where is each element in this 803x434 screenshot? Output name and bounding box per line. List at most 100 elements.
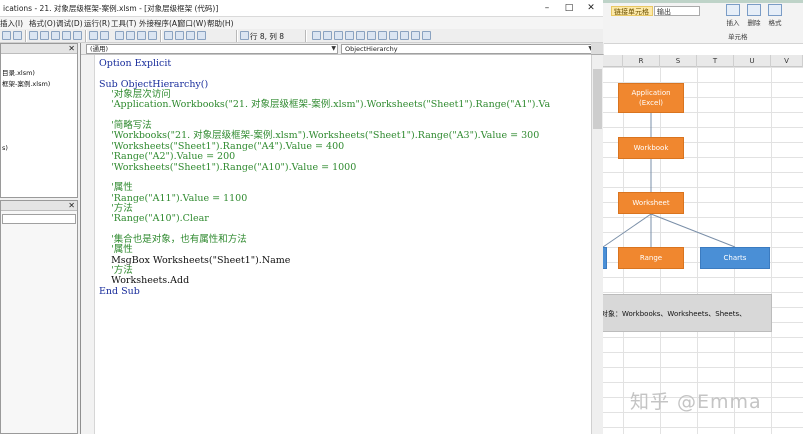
- comment-block-icon[interactable]: [400, 31, 409, 40]
- project-explorer-header: ✕: [1, 44, 77, 54]
- vertical-scrollbar[interactable]: [591, 55, 603, 434]
- diagram-node-workbook[interactable]: Workbook: [618, 137, 684, 159]
- cut-icon[interactable]: [40, 31, 49, 40]
- paste-icon[interactable]: [62, 31, 71, 40]
- note-box[interactable]: 对象：Workbooks、Worksheets、Sheets、: [600, 294, 772, 332]
- diagram-node-application[interactable]: Application (Excel): [618, 83, 684, 113]
- node-application-sub: (Excel): [638, 99, 663, 107]
- split-handle[interactable]: [591, 43, 603, 55]
- procedure-combo-value: ObjectHierarchy: [345, 45, 398, 53]
- window-title: ications - 21. 对象层级框架-案例.xlsm - [对象层级框架 …: [3, 4, 219, 13]
- maximize-button[interactable]: □: [562, 2, 576, 14]
- excel-window: 链接单元格 输出 插入 删除 格式 单元格 R S T U V Applicat…: [600, 0, 803, 434]
- menu-window[interactable]: 窗口(W): [178, 18, 206, 29]
- project-tree-item[interactable]: 目录.xlsm): [2, 67, 35, 77]
- object-combo[interactable]: (通用) ▼: [86, 44, 338, 54]
- toolbar-separator: [25, 30, 27, 42]
- toolbar-separator: [160, 30, 162, 42]
- list-constants-icon[interactable]: [345, 31, 354, 40]
- bookmark-icon[interactable]: [422, 31, 431, 40]
- properties-window-icon[interactable]: [175, 31, 184, 40]
- uncomment-block-icon[interactable]: [411, 31, 420, 40]
- diagram-node-worksheet[interactable]: Worksheet: [618, 192, 684, 214]
- toolbox-icon[interactable]: [197, 31, 206, 40]
- menu-run[interactable]: 运行(R): [84, 18, 110, 29]
- menu-addins[interactable]: 外接程序(A): [139, 18, 180, 29]
- project-tree-item[interactable]: s): [2, 144, 8, 152]
- node-worksheet-label: Worksheet: [632, 199, 670, 207]
- break-icon[interactable]: [126, 31, 135, 40]
- node-range-label: Range: [639, 254, 663, 262]
- code-line[interactable]: '属性: [99, 245, 133, 255]
- code-window[interactable]: (通用) ▼ ObjectHierarchy ▼ Option Explicit…: [80, 43, 604, 434]
- list-properties-icon[interactable]: [334, 31, 343, 40]
- complete-word-icon[interactable]: [378, 31, 387, 40]
- design-mode-icon[interactable]: [148, 31, 157, 40]
- project-tree-item[interactable]: 框架-案例.xlsm): [2, 78, 50, 88]
- properties-object-combo[interactable]: [2, 214, 76, 224]
- code-line[interactable]: 'Range("A10").Clear: [99, 214, 209, 224]
- run-icon[interactable]: [115, 31, 124, 40]
- object-browser-icon[interactable]: [186, 31, 195, 40]
- code-line[interactable]: Worksheets.Add: [99, 276, 189, 286]
- indent-icon[interactable]: [312, 31, 321, 40]
- minimize-button[interactable]: –: [540, 2, 554, 14]
- code-margin[interactable]: [81, 55, 95, 434]
- find-icon[interactable]: [73, 31, 82, 40]
- properties-window-header: ✕: [1, 201, 77, 211]
- code-line[interactable]: End Sub: [99, 286, 140, 297]
- menu-debug[interactable]: 调试(D): [56, 18, 83, 29]
- menu-tools[interactable]: 工具(T): [111, 18, 136, 29]
- close-button[interactable]: ✕: [584, 2, 598, 14]
- node-charts-label: Charts: [723, 254, 747, 262]
- project-explorer[interactable]: ✕ 目录.xlsm) 框架-案例.xlsm) s): [0, 43, 78, 198]
- code-editor[interactable]: Option Explicit Sub ObjectHierarchy() '对象…: [96, 55, 589, 434]
- close-icon[interactable]: ✕: [68, 201, 75, 211]
- code-line[interactable]: 'Application.Workbooks("21. 对象层级框架-案例.xl…: [99, 100, 550, 110]
- scrollbar-thumb[interactable]: [593, 69, 602, 129]
- reset-icon[interactable]: [137, 31, 146, 40]
- toolbar-separator: [85, 30, 87, 42]
- toolbar-separator: [236, 30, 238, 42]
- quick-info-icon[interactable]: [356, 31, 365, 40]
- menu-help[interactable]: 帮助(H): [207, 18, 234, 29]
- diagram-node-charts[interactable]: Charts: [700, 247, 770, 269]
- redo-icon[interactable]: [100, 31, 109, 40]
- toolbar-separator: [305, 30, 307, 42]
- menu-bar: 插入(I) 格式(O) 调试(D) 运行(R) 工具(T) 外接程序(A) 窗口(W) 帮助(…: [0, 17, 603, 29]
- copy-icon[interactable]: [51, 31, 60, 40]
- connector-worksheet-charts: [650, 213, 736, 248]
- parameter-info-icon[interactable]: [367, 31, 376, 40]
- diagram-connectors: [602, 113, 736, 248]
- close-icon[interactable]: ✕: [68, 44, 75, 54]
- node-application-label: Application: [631, 89, 671, 97]
- properties-window[interactable]: ✕: [0, 200, 78, 434]
- code-line[interactable]: 'Range("A2").Value = 200: [99, 152, 235, 162]
- chevron-down-icon[interactable]: ▼: [331, 45, 336, 53]
- help-icon[interactable]: [240, 31, 249, 40]
- procedure-combo[interactable]: ObjectHierarchy ▼: [341, 44, 595, 54]
- cursor-position: 行 8, 列 8: [250, 32, 285, 41]
- menu-format[interactable]: 格式(O): [29, 18, 56, 29]
- outdent-icon[interactable]: [323, 31, 332, 40]
- view-excel-icon[interactable]: [2, 31, 11, 40]
- code-line[interactable]: '属性: [99, 183, 133, 193]
- connector-worksheet-left: [602, 213, 652, 248]
- insert-module-icon[interactable]: [13, 31, 22, 40]
- save-icon[interactable]: [29, 31, 38, 40]
- object-combo-value: (通用): [90, 45, 109, 53]
- toggle-breakpoint-icon[interactable]: [389, 31, 398, 40]
- menu-insert[interactable]: 插入(I): [0, 18, 23, 29]
- code-line[interactable]: Option Explicit: [99, 59, 171, 69]
- watermark: 知乎 @Emma: [630, 391, 762, 413]
- diagram-node-range[interactable]: Range: [618, 247, 684, 269]
- undo-icon[interactable]: [89, 31, 98, 40]
- code-line[interactable]: 'Worksheets("Sheet1").Range("A10").Value…: [99, 162, 356, 173]
- standard-toolbar: 行 8, 列 8: [0, 29, 603, 43]
- title-bar[interactable]: ications - 21. 对象层级框架-案例.xlsm - [对象层级框架 …: [0, 0, 603, 17]
- vbe-window: ications - 21. 对象层级框架-案例.xlsm - [对象层级框架 …: [0, 0, 604, 434]
- project-explorer-icon[interactable]: [164, 31, 173, 40]
- node-workbook-label: Workbook: [633, 144, 669, 152]
- code-line[interactable]: 'Workbooks("21. 对象层级框架-案例.xlsm").Workshe…: [99, 131, 539, 141]
- code-window-combos: (通用) ▼ ObjectHierarchy ▼: [81, 43, 604, 55]
